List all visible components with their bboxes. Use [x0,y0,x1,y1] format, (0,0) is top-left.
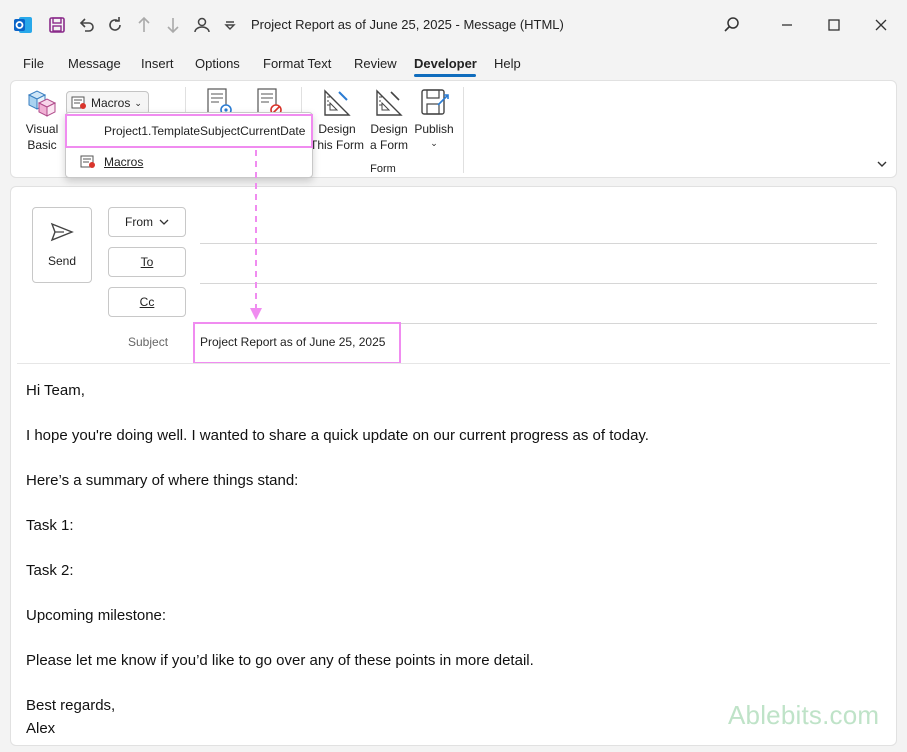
search-icon[interactable] [719,12,745,38]
contact-icon[interactable] [191,14,213,36]
subject-label: Subject [128,335,169,349]
tab-message[interactable]: Message [68,56,121,71]
minimize-icon[interactable] [774,12,800,38]
collapse-ribbon-icon[interactable] [875,157,889,171]
redo-icon[interactable] [104,14,126,36]
move-down-icon[interactable] [162,14,184,36]
highlight-subject [193,322,401,364]
macros-menu-item[interactable]: Macros [104,155,143,169]
body-line: Upcoming milestone: [26,607,167,624]
window-title: Project Report as of June 25, 2025 - Mes… [251,17,564,32]
dashed-arrow-icon [250,150,262,320]
active-tab-indicator [414,74,476,77]
move-up-icon[interactable] [133,14,155,36]
body-line: Task 2: [26,562,74,579]
chevron-down-icon [159,215,169,229]
outlook-app-icon [12,14,34,36]
chevron-down-icon: ⌄ [430,138,438,148]
from-label: From [125,215,153,229]
send-icon [50,222,74,242]
send-label: Send [47,254,77,268]
maximize-icon[interactable] [821,12,847,38]
from-field[interactable] [200,243,877,244]
design-this-form-icon[interactable] [321,87,353,119]
macros-icon [80,155,96,169]
tab-review[interactable]: Review [354,56,397,71]
macros-button-label: Macros [91,96,131,110]
tab-options[interactable]: Options [195,56,240,71]
design-a-form-label[interactable]: Design a Form [363,121,415,153]
visual-basic-icon[interactable] [25,85,59,119]
visual-basic-label[interactable]: Visual Basic [21,121,63,153]
tab-file[interactable]: File [23,56,44,71]
cc-label: Cc [139,295,155,309]
highlight-macro-item [65,114,313,148]
from-button[interactable]: From [108,207,186,237]
macros-icon [71,96,87,110]
send-button[interactable]: Send [32,207,92,283]
tab-help[interactable]: Help [494,56,521,71]
body-line: Task 1: [26,517,74,534]
body-line: Best regards, [26,697,116,714]
ribbon-separator [463,87,464,173]
group-label-form: Form [370,163,396,175]
publish-icon[interactable] [419,87,451,119]
close-icon[interactable] [868,12,894,38]
save-icon[interactable] [46,14,68,36]
body-line: Please let me know if you’d like to go o… [26,652,534,669]
compose-pane: Send From To Cc Subject Project Report a… [10,186,897,746]
design-a-form-icon[interactable] [373,87,405,119]
body-line: I hope you're doing well. I wanted to sh… [26,427,649,444]
to-field[interactable] [200,283,877,284]
tab-insert[interactable]: Insert [141,56,174,71]
body-line: Hi Team, [26,382,85,399]
to-button[interactable]: To [108,247,186,277]
cc-button[interactable]: Cc [108,287,186,317]
publish-label[interactable]: Publish ⌄ [411,121,457,149]
body-line: Alex [26,720,56,737]
tab-developer[interactable]: Developer [414,56,477,71]
ablebits-watermark: Ablebits.com [728,700,880,730]
body-line: Here’s a summary of where things stand: [26,472,299,489]
customize-toolbar-icon[interactable] [219,14,241,36]
undo-icon[interactable] [76,14,98,36]
title-bar: Project Report as of June 25, 2025 - Mes… [0,0,907,50]
to-label: To [140,255,154,269]
chevron-down-icon: ⌄ [134,97,142,108]
tab-format-text[interactable]: Format Text [263,56,331,71]
design-this-form-label[interactable]: Design This Form [309,121,365,153]
header-divider [17,363,890,364]
